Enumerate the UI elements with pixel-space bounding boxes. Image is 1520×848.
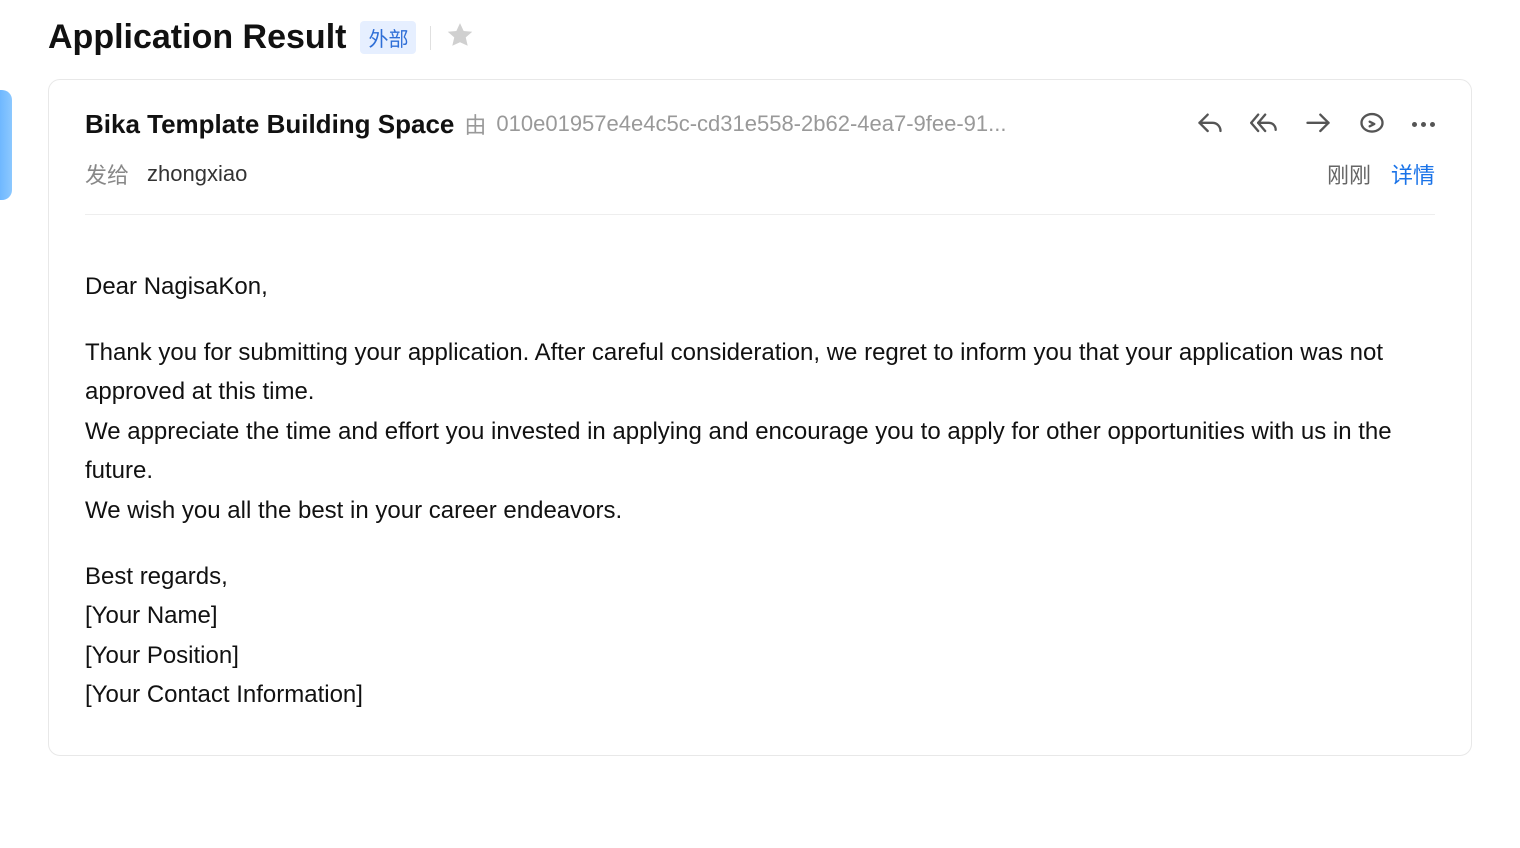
body-name-placeholder: [Your Name] [85,596,1435,636]
body-greeting: Dear NagisaKon, [85,267,1435,307]
email-view: Application Result 外部 Bika Template Buil… [0,0,1520,756]
via-address: 010e01957e4e4c5c-cd31e558-2b62-4ea7-9fee… [496,111,1166,137]
reply-all-icon[interactable] [1250,110,1278,138]
reply-icon[interactable] [1196,110,1224,138]
vertical-divider [430,26,431,50]
sender-row: Bika Template Building Space 由 010e01957… [85,108,1435,140]
email-card: Bika Template Building Space 由 010e01957… [48,79,1472,756]
sender-name: Bika Template Building Space [85,109,454,140]
forward-chat-icon[interactable] [1358,110,1386,138]
star-icon[interactable] [445,20,475,55]
to-value: zhongxiao [147,161,247,187]
external-badge: 外部 [360,21,416,54]
time-label: 刚刚 [1327,158,1371,190]
email-subject: Application Result [48,18,346,57]
body-signoff: Best regards, [85,557,1435,597]
details-link[interactable]: 详情 [1391,158,1435,190]
recipient-row: 发给 zhongxiao 刚刚 详情 [85,158,1435,215]
body-paragraph: Thank you for submitting your applicatio… [85,333,1435,412]
subject-header-row: Application Result 外部 [48,18,1472,57]
body-paragraph: We wish you all the best in your career … [85,491,1435,531]
to-label: 发给 [85,158,129,190]
body-paragraph: We appreciate the time and effort you in… [85,412,1435,491]
selection-highlight-strip [0,90,12,200]
body-position-placeholder: [Your Position] [85,636,1435,676]
email-body: Dear NagisaKon, Thank you for submitting… [85,215,1435,715]
forward-icon[interactable] [1304,110,1332,138]
more-icon[interactable] [1412,122,1435,127]
message-actions [1196,110,1435,138]
body-contact-placeholder: [Your Contact Information] [85,675,1435,715]
via-label: 由 [464,108,486,140]
